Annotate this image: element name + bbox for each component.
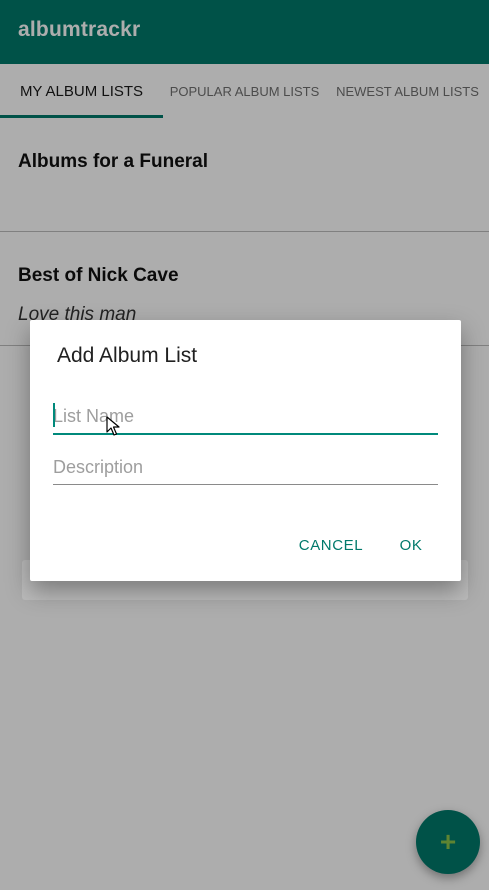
text-cursor: [53, 403, 55, 427]
ok-button[interactable]: OK: [394, 532, 428, 560]
add-album-list-dialog: Add Album List CANCEL OK: [30, 320, 461, 581]
description-input[interactable]: [53, 450, 438, 485]
mouse-pointer-icon: [106, 416, 120, 436]
cancel-button[interactable]: CANCEL: [292, 532, 370, 560]
dialog-title: Add Album List: [57, 344, 198, 367]
